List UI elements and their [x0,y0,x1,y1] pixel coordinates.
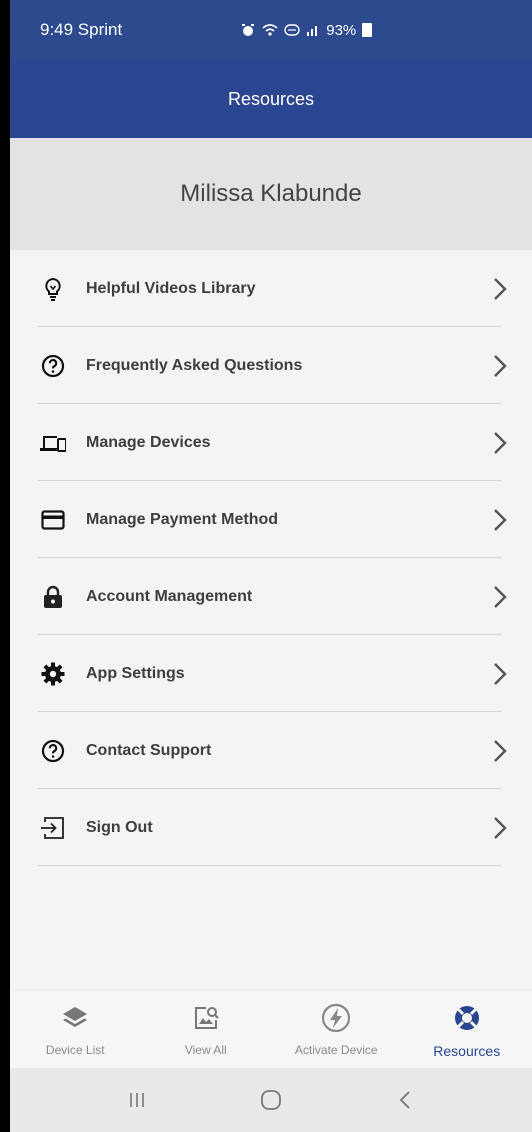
page-title: Resources [227,88,315,109]
chevron-right-icon [490,661,510,687]
lightbulb-icon [40,276,66,302]
chevron-right-icon [490,507,510,533]
chevron-right-icon [490,815,510,841]
menu-item-account-management[interactable]: Account Management [10,558,532,635]
status-time: 9:49 Sprint [40,20,123,39]
menu-item-label: App Settings [86,664,185,682]
gear-icon [40,661,66,687]
credit-card-icon [40,507,66,533]
layers-icon [60,1003,90,1033]
menu-item-app-settings[interactable]: App Settings [10,635,532,712]
status-bar: 9:49 Sprint 93% [10,0,532,60]
page-header: Resources [10,60,532,138]
status-icons: 93% [240,21,373,39]
battery-percent: 93% [326,21,357,39]
back-icon[interactable] [390,1085,420,1115]
menu-item-label: Sign Out [86,818,153,836]
lifebuoy-icon [452,1003,482,1033]
menu-item-label: Manage Devices [86,433,211,451]
nav-device-list[interactable]: Device List [10,991,141,1069]
menu-item-label: Account Management [86,587,253,605]
nav-label: Device List [45,1043,105,1057]
system-navigation-bar [10,1068,532,1132]
menu-item-sign-out[interactable]: Sign Out [10,789,532,866]
devices-icon [40,430,66,456]
menu-item-label: Contact Support [86,741,212,759]
lightning-icon [321,1003,351,1033]
menu-item-label: Helpful Videos Library [86,279,256,297]
chevron-right-icon [490,738,510,764]
question-circle-icon [40,738,66,764]
menu-item-faq[interactable]: Frequently Asked Questions [10,327,532,404]
recent-apps-icon[interactable] [122,1085,152,1115]
nav-activate-device[interactable]: Activate Device [271,991,402,1069]
menu-item-label: Frequently Asked Questions [86,356,303,374]
chevron-right-icon [490,276,510,302]
nav-label: Activate Device [294,1043,378,1057]
user-name: Milissa Klabunde [180,180,362,207]
app-screen: 9:49 Sprint 93% Resources Milissa Klabun… [10,0,532,1132]
menu-item-manage-devices[interactable]: Manage Devices [10,404,532,481]
alarm-icon [242,24,255,36]
chevron-right-icon [490,353,510,379]
profile-banner: Milissa Klabunde [10,138,532,250]
lock-icon [40,584,66,610]
sign-out-icon [40,815,66,841]
signal-icon [307,26,318,36]
nav-view-all[interactable]: View All [141,991,272,1069]
battery-icon [362,23,373,37]
menu-item-payment-method[interactable]: Manage Payment Method [10,481,532,558]
question-circle-icon [40,353,66,379]
nav-resources[interactable]: Resources [402,991,532,1069]
wifi-icon [262,24,278,36]
volte-icon [284,24,300,36]
bottom-navigation: Device List View All Activate Device Res… [10,990,532,1069]
menu-item-label: Manage Payment Method [86,510,279,528]
nav-label: Resources [433,1043,501,1059]
menu-item-contact-support[interactable]: Contact Support [10,712,532,789]
chevron-right-icon [490,584,510,610]
resources-menu: Helpful Videos Library Frequently Asked … [10,250,532,866]
nav-label: View All [184,1043,227,1057]
menu-item-helpful-videos[interactable]: Helpful Videos Library [10,250,532,327]
home-icon[interactable] [256,1085,286,1115]
image-search-icon [191,1003,221,1033]
chevron-right-icon [490,430,510,456]
